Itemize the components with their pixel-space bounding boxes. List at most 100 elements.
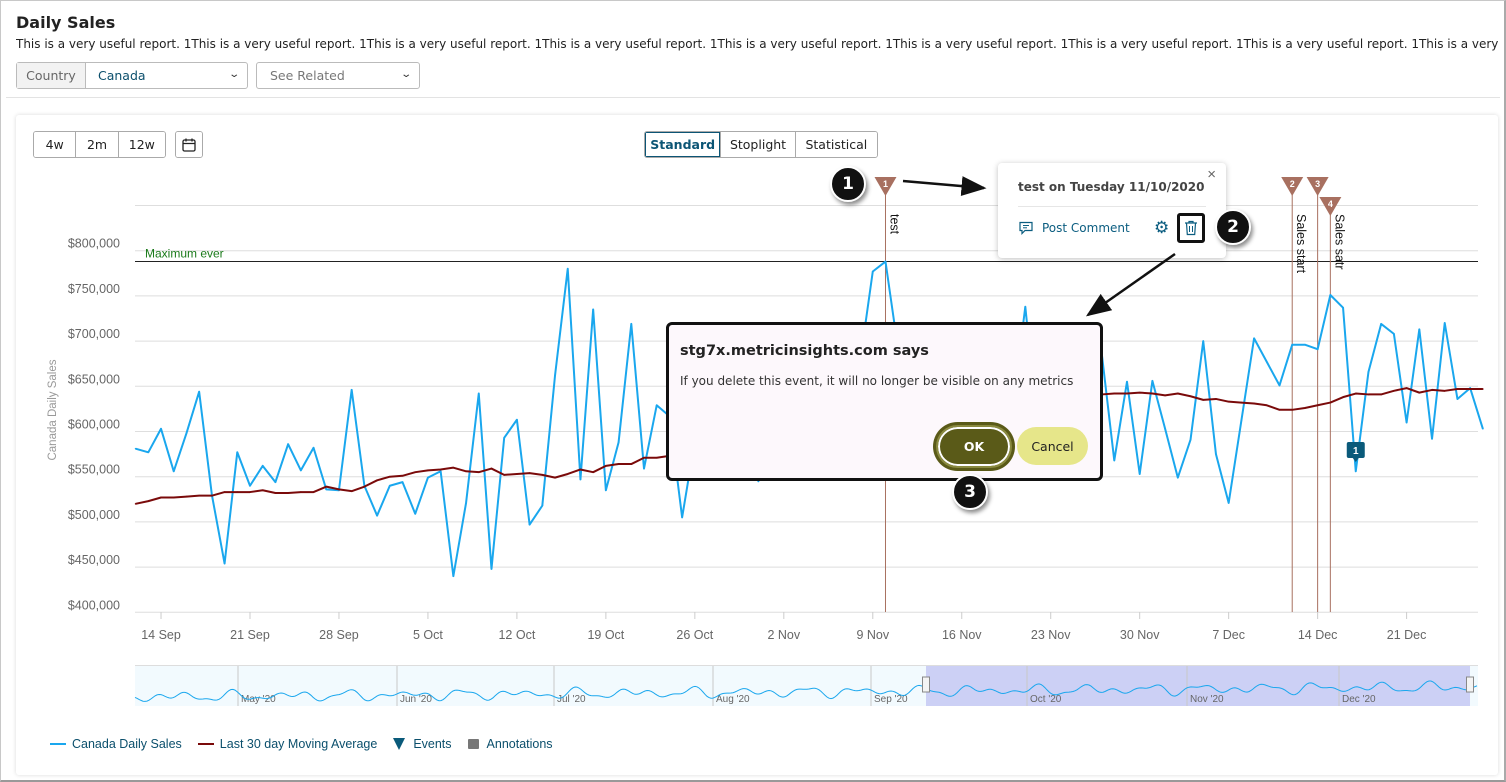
legend-item-moving-average[interactable]: Last 30 day Moving Average bbox=[197, 737, 378, 751]
daily-sales-point bbox=[1113, 459, 1116, 462]
moving-average-point bbox=[300, 491, 302, 493]
moving-average-point bbox=[401, 474, 404, 477]
moving-average-point bbox=[1202, 399, 1205, 401]
popup-divider bbox=[1018, 206, 1206, 207]
moving-average-point bbox=[185, 495, 188, 498]
x-tick-label: 9 Nov bbox=[856, 628, 889, 642]
moving-average-point bbox=[1227, 400, 1230, 403]
legend-line-moving-average bbox=[197, 743, 214, 745]
daily-sales-point bbox=[325, 488, 328, 491]
moving-average-point bbox=[363, 485, 366, 488]
navigator-month-label: Aug '20 bbox=[716, 694, 750, 705]
legend-label: Last 30 day Moving Average bbox=[219, 737, 378, 751]
daily-sales-point bbox=[1380, 323, 1382, 325]
event-number: 1 bbox=[883, 179, 888, 189]
close-icon[interactable]: × bbox=[1207, 166, 1216, 183]
y-tick-label: $450,000 bbox=[68, 553, 120, 567]
daily-sales-point bbox=[1367, 371, 1370, 373]
x-tick-label: 16 Nov bbox=[942, 628, 982, 642]
callout-1: 1 bbox=[830, 166, 866, 202]
x-tick-label: 23 Nov bbox=[1031, 628, 1071, 642]
x-tick-label: 5 Oct bbox=[413, 628, 443, 642]
moving-average-point bbox=[655, 456, 658, 459]
moving-average-point bbox=[566, 473, 569, 475]
daily-sales-point bbox=[1189, 438, 1192, 441]
moving-average-point bbox=[1291, 409, 1294, 411]
moving-average-point bbox=[617, 463, 620, 465]
daily-sales-point bbox=[490, 568, 493, 570]
post-comment-link[interactable]: Post Comment bbox=[1018, 220, 1130, 236]
navigator-month-label: Oct '20 bbox=[1030, 694, 1062, 705]
moving-average-point bbox=[439, 468, 442, 471]
y-tick-label: $400,000 bbox=[68, 598, 120, 612]
daily-sales-point bbox=[287, 443, 289, 445]
moving-average-point bbox=[1304, 407, 1306, 409]
x-tick-label: 21 Dec bbox=[1387, 628, 1427, 642]
moving-average-point bbox=[312, 491, 315, 493]
y-tick-label: $600,000 bbox=[68, 418, 120, 432]
moving-average-point bbox=[1316, 404, 1319, 407]
moving-average-point bbox=[503, 474, 505, 476]
event-number: 4 bbox=[1328, 199, 1333, 209]
navigator-month-label: Dec '20 bbox=[1342, 694, 1376, 705]
navigator-month-label: May '20 bbox=[241, 694, 276, 705]
daily-sales-point bbox=[312, 446, 315, 449]
moving-average-point bbox=[605, 465, 607, 467]
daily-sales-point bbox=[261, 465, 264, 467]
moving-average-point bbox=[1164, 394, 1166, 397]
moving-average-point bbox=[236, 491, 239, 493]
daily-sales-point bbox=[1227, 502, 1230, 504]
daily-sales-point bbox=[1456, 398, 1459, 400]
moving-average-point bbox=[554, 476, 556, 479]
x-tick-label: 12 Oct bbox=[498, 628, 535, 642]
callout-3: 3 bbox=[952, 474, 988, 510]
daily-sales-point bbox=[681, 516, 683, 519]
moving-average-point bbox=[477, 471, 480, 473]
moving-average-point bbox=[1482, 388, 1484, 390]
moving-average-point bbox=[325, 485, 328, 488]
legend-line-sales bbox=[50, 743, 66, 745]
y-tick-label: $550,000 bbox=[68, 463, 120, 477]
event-popup: test on Tuesday 11/10/2020 × Post Commen… bbox=[998, 163, 1226, 258]
moving-average-point bbox=[1354, 392, 1357, 395]
daily-sales-point bbox=[1316, 348, 1319, 351]
daily-sales-point bbox=[1278, 384, 1281, 387]
moving-average-point bbox=[1151, 392, 1154, 395]
annotation-number: 1 bbox=[1353, 446, 1359, 457]
ok-button[interactable]: OK bbox=[936, 425, 1012, 468]
legend-item-annotations[interactable]: Annotations bbox=[467, 737, 553, 751]
daily-sales-point bbox=[249, 484, 251, 487]
moving-average-point bbox=[1113, 392, 1116, 395]
moving-average-point bbox=[1443, 390, 1446, 392]
moving-average-point bbox=[541, 474, 544, 476]
moving-average-point bbox=[452, 466, 455, 469]
moving-average-point bbox=[274, 492, 277, 494]
legend-item-sales[interactable]: Canada Daily Sales bbox=[50, 737, 182, 751]
y-tick-label: $800,000 bbox=[68, 237, 120, 251]
daily-sales-point bbox=[350, 389, 353, 391]
event-popup-title: test on Tuesday 11/10/2020 bbox=[1018, 180, 1205, 194]
gear-icon[interactable]: ⚙ bbox=[1154, 219, 1169, 236]
x-tick-label: 28 Sep bbox=[319, 628, 359, 642]
cancel-button[interactable]: Cancel bbox=[1017, 427, 1088, 465]
delete-event-button[interactable] bbox=[1177, 213, 1205, 243]
moving-average-point bbox=[1418, 391, 1421, 394]
moving-average-point bbox=[261, 489, 264, 492]
daily-sales-point bbox=[134, 447, 137, 450]
navigator-handle[interactable] bbox=[1466, 676, 1474, 693]
daily-sales-point bbox=[427, 476, 429, 479]
daily-sales-point bbox=[1240, 419, 1243, 422]
maximum-ever-label: Maximum ever bbox=[145, 247, 224, 261]
trash-icon bbox=[1185, 220, 1197, 236]
daily-sales-point bbox=[401, 481, 404, 483]
moving-average-point bbox=[643, 456, 645, 459]
daily-sales-point bbox=[465, 502, 467, 504]
navigator-handle[interactable] bbox=[922, 676, 930, 693]
navigator-month-label: Jul '20 bbox=[557, 694, 586, 705]
daily-sales-point bbox=[1329, 294, 1332, 296]
moving-average-point bbox=[465, 470, 467, 473]
legend-item-events[interactable]: Events bbox=[393, 737, 452, 751]
daily-sales-point bbox=[1291, 343, 1294, 346]
moving-average-point bbox=[1253, 402, 1255, 405]
y-tick-label: $750,000 bbox=[68, 282, 120, 296]
